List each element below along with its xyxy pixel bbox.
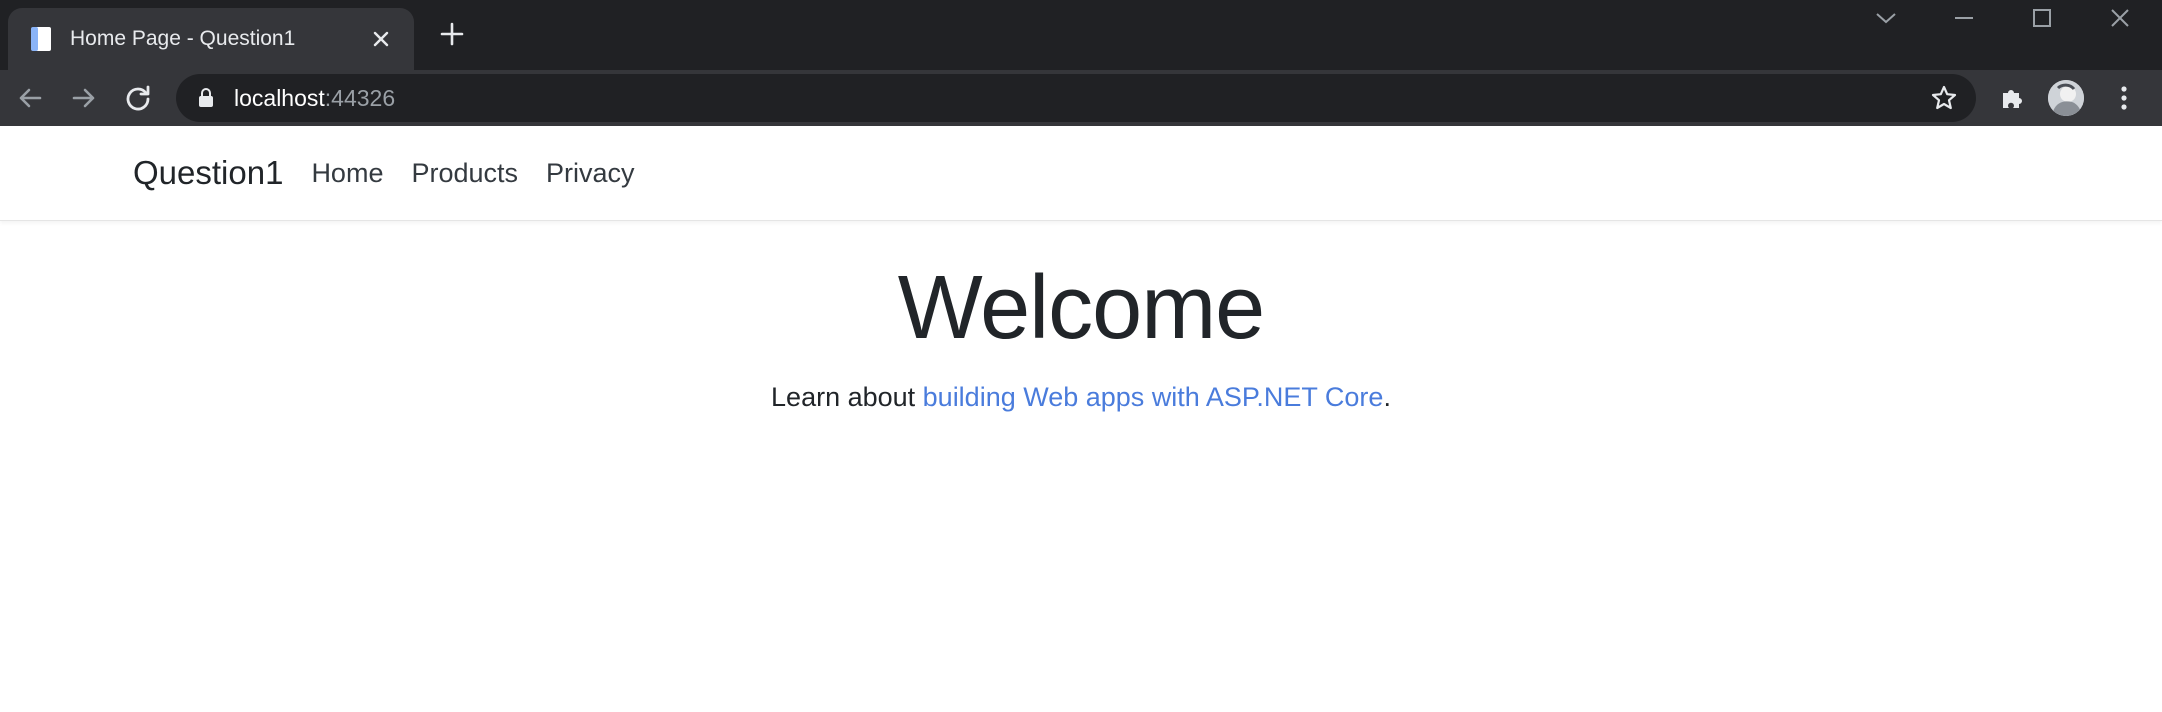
lead-paragraph: Learn about building Web apps with ASP.N… (0, 382, 2162, 413)
reload-icon[interactable] (120, 80, 156, 116)
lead-period: . (1383, 381, 1391, 412)
close-window-icon[interactable] (2084, 0, 2156, 36)
minimize-icon[interactable] (1928, 0, 2000, 36)
address-bar[interactable]: localhost:44326 (176, 74, 1976, 122)
lead-text: Learn about (771, 381, 923, 412)
site-navbar: Question1 Home Products Privacy (0, 126, 2162, 221)
puzzle-icon[interactable] (1994, 80, 2030, 116)
browser-tab[interactable]: Home Page - Question1 (8, 8, 414, 70)
nav-link-privacy[interactable]: Privacy (546, 158, 635, 189)
close-icon[interactable] (364, 22, 398, 56)
forward-arrow-icon[interactable] (66, 80, 102, 116)
url-text[interactable]: localhost:44326 (234, 85, 395, 112)
kebab-menu-icon[interactable] (2106, 80, 2142, 116)
tab-title: Home Page - Question1 (70, 27, 296, 50)
back-arrow-icon[interactable] (12, 80, 48, 116)
tab-strip: Home Page - Question1 (0, 0, 2162, 70)
avatar[interactable] (2048, 80, 2084, 116)
url-host: localhost (234, 85, 325, 111)
docs-link[interactable]: building Web apps with ASP.NET Core (923, 382, 1384, 412)
maximize-icon[interactable] (2006, 0, 2078, 36)
nav-link-products[interactable]: Products (411, 158, 518, 189)
browser-toolbar: localhost:44326 (0, 70, 2162, 126)
lock-icon[interactable] (198, 88, 214, 108)
url-port: :44326 (324, 85, 396, 111)
navbar-brand[interactable]: Question1 (133, 154, 283, 192)
star-icon[interactable] (1930, 84, 1958, 112)
chevron-down-icon[interactable] (1850, 0, 1922, 36)
nav-link-home[interactable]: Home (311, 158, 383, 189)
page-icon (31, 27, 51, 51)
main-content: Welcome Learn about building Web apps wi… (0, 261, 2162, 413)
page-title: Welcome (897, 258, 1265, 358)
plus-icon[interactable] (432, 14, 472, 54)
